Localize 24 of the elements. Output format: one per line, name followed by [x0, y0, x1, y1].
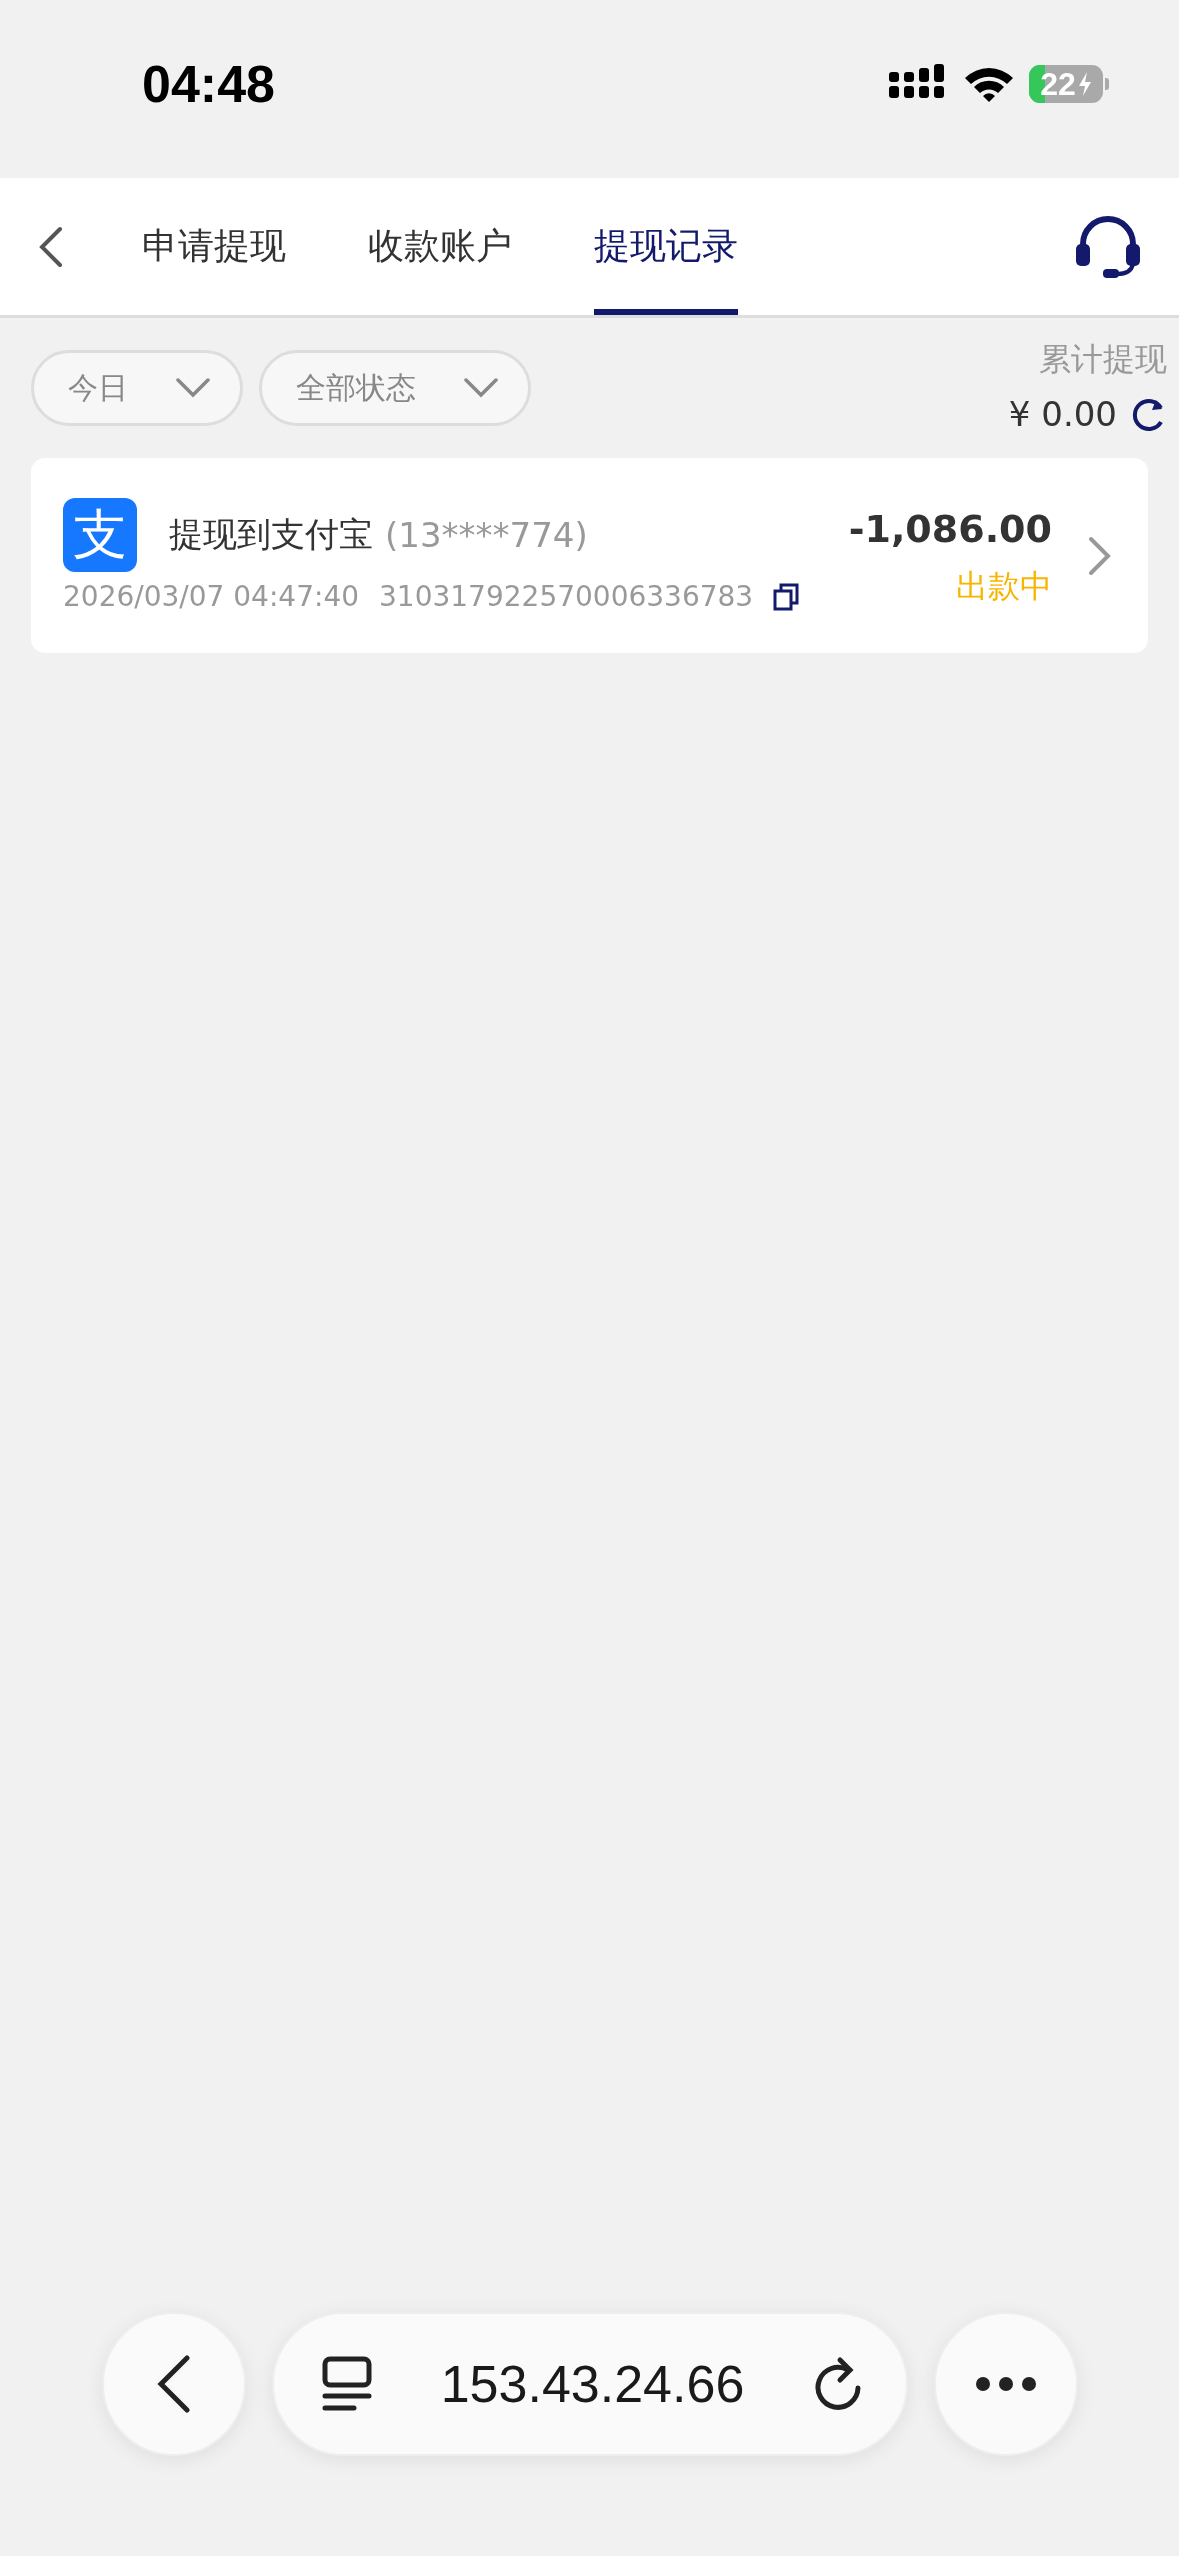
- order-number: 310317922570006336783: [379, 580, 754, 613]
- status-time: 04:48: [142, 54, 275, 114]
- url-text: 153.43.24.66: [440, 2354, 745, 2414]
- back-icon: [156, 2355, 191, 2413]
- tab[interactable]: 收款账户: [368, 178, 512, 315]
- chevron-down-icon: [176, 378, 210, 398]
- chevron-right-icon: [1088, 535, 1112, 576]
- tab[interactable]: 提现记录: [594, 178, 738, 315]
- reader-icon[interactable]: [321, 2356, 372, 2412]
- headset-icon[interactable]: [1073, 215, 1143, 278]
- alipay-logo: 支: [63, 498, 137, 572]
- total-label: 累计提现: [1039, 339, 1167, 380]
- address-bar[interactable]: 153.43.24.66: [271, 2312, 908, 2456]
- chevron-down-icon: [464, 378, 498, 398]
- tab[interactable]: 申请提现: [142, 178, 286, 315]
- record-datetime: 2026/03/07 04:47:40: [63, 580, 360, 613]
- withdrawal-record[interactable]: 支 提现到支付宝 (13****774) 2026/03/07 04:47:40 310317922570006336783 -1,086.00 出款中: [31, 458, 1148, 653]
- record-account: (13****774): [385, 515, 588, 555]
- more-icon: [974, 2376, 1037, 2392]
- record-status: 出款中: [956, 565, 1052, 607]
- record-title: 提现到支付宝: [169, 513, 373, 556]
- total-amount: ¥ 0.00: [1008, 394, 1117, 434]
- copy-icon[interactable]: [773, 582, 800, 611]
- record-amount: -1,086.00: [848, 506, 1052, 551]
